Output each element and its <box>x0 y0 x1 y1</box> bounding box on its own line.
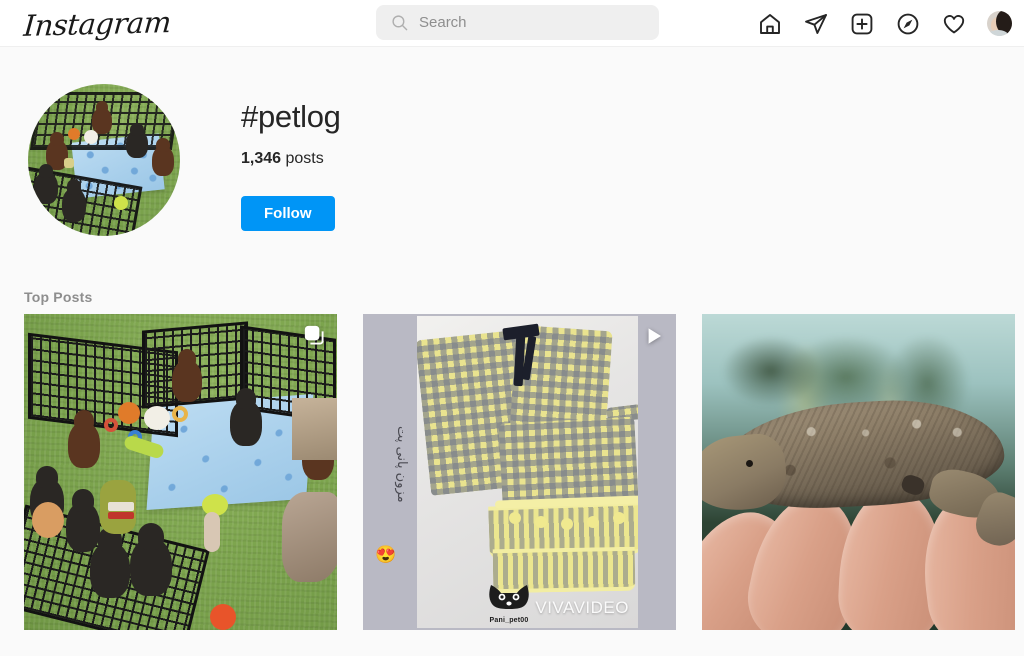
pom-pom <box>587 516 599 528</box>
toy-ring <box>104 418 118 432</box>
search-icon <box>391 14 408 31</box>
post-count-value: 1,346 <box>241 150 282 168</box>
carousel-icon <box>304 325 326 352</box>
post-image <box>24 314 337 630</box>
messenger-icon[interactable] <box>803 11 829 37</box>
home-icon[interactable] <box>757 11 783 37</box>
overlay-emoji: 😍 <box>375 545 397 564</box>
puppy <box>92 101 112 134</box>
toy <box>84 130 98 144</box>
explore-icon[interactable] <box>895 11 921 37</box>
gecko-eye <box>746 460 753 467</box>
pom-pom <box>509 512 521 524</box>
top-posts-label: Top Posts <box>24 289 93 305</box>
dog-logo-watermark: Pani_pet00 <box>475 583 543 624</box>
toy-plush <box>32 502 64 538</box>
header-nav <box>757 0 1012 47</box>
follow-button[interactable]: Follow <box>241 196 335 232</box>
hashtag-avatar-image <box>28 84 180 236</box>
pom-pom <box>535 516 547 528</box>
post-tile[interactable] <box>24 314 337 630</box>
play-icon <box>643 325 665 352</box>
toy-stripe <box>108 502 134 511</box>
toy-ring <box>172 406 188 422</box>
hashtag-avatar[interactable] <box>28 84 180 236</box>
hashtag-header: #petlog 1,346 posts Follow <box>24 47 1000 236</box>
activity-icon[interactable] <box>941 11 967 37</box>
toy-ball <box>118 402 140 424</box>
blanket <box>282 492 337 582</box>
puppy <box>34 163 58 204</box>
dog-logo-name: Pani_pet00 <box>489 617 529 624</box>
overlay-caption: مزون پانی پت <box>394 426 409 503</box>
puppy <box>62 179 86 222</box>
new-post-icon[interactable] <box>849 11 875 37</box>
puppy <box>152 138 174 176</box>
hashtag-info: #petlog 1,346 posts Follow <box>241 84 341 232</box>
puppy-black <box>130 522 172 596</box>
toy-ball <box>210 604 236 630</box>
search-bar[interactable] <box>376 5 659 40</box>
toy-stripe <box>108 512 134 519</box>
toy <box>64 158 74 168</box>
vivavideo-watermark: VIVAVIDEO <box>535 598 629 617</box>
toy-rope <box>204 512 220 552</box>
puppy <box>126 122 148 158</box>
page-content: #petlog 1,346 posts Follow Top Posts Pan… <box>0 47 1024 630</box>
puppy-black <box>66 489 100 552</box>
pom-pom <box>613 512 625 524</box>
puppy-black <box>230 388 262 446</box>
search-input[interactable] <box>419 14 639 31</box>
toy <box>114 196 128 210</box>
puppy-chocolate <box>68 410 100 468</box>
instagram-logo[interactable]: Instagram <box>22 5 172 43</box>
post-image: Pani_pet00 VIVAVIDEO مزون پانی پت 😍 <box>363 314 676 630</box>
page-title: #petlog <box>241 99 341 134</box>
post-count: 1,346 posts <box>241 150 341 168</box>
puppy-chocolate <box>172 349 202 402</box>
toy-plush <box>144 406 170 430</box>
dog-face-icon <box>489 585 529 609</box>
video-frame: Pani_pet00 VIVAVIDEO <box>417 316 638 628</box>
post-grid: Pani_pet00 VIVAVIDEO مزون پانی پت 😍 <box>24 314 1015 630</box>
post-tile[interactable] <box>702 314 1015 630</box>
puppy-black <box>90 527 130 598</box>
profile-avatar[interactable] <box>987 11 1012 36</box>
post-count-label: posts <box>285 150 324 168</box>
toy <box>68 128 80 140</box>
post-tile[interactable]: Pani_pet00 VIVAVIDEO مزون پانی پت 😍 <box>363 314 676 630</box>
post-image <box>702 314 1015 630</box>
avatar-body <box>988 30 1008 36</box>
pom-pom <box>561 518 573 530</box>
wooden-panel <box>292 398 337 460</box>
app-header: Instagram <box>0 0 1024 47</box>
